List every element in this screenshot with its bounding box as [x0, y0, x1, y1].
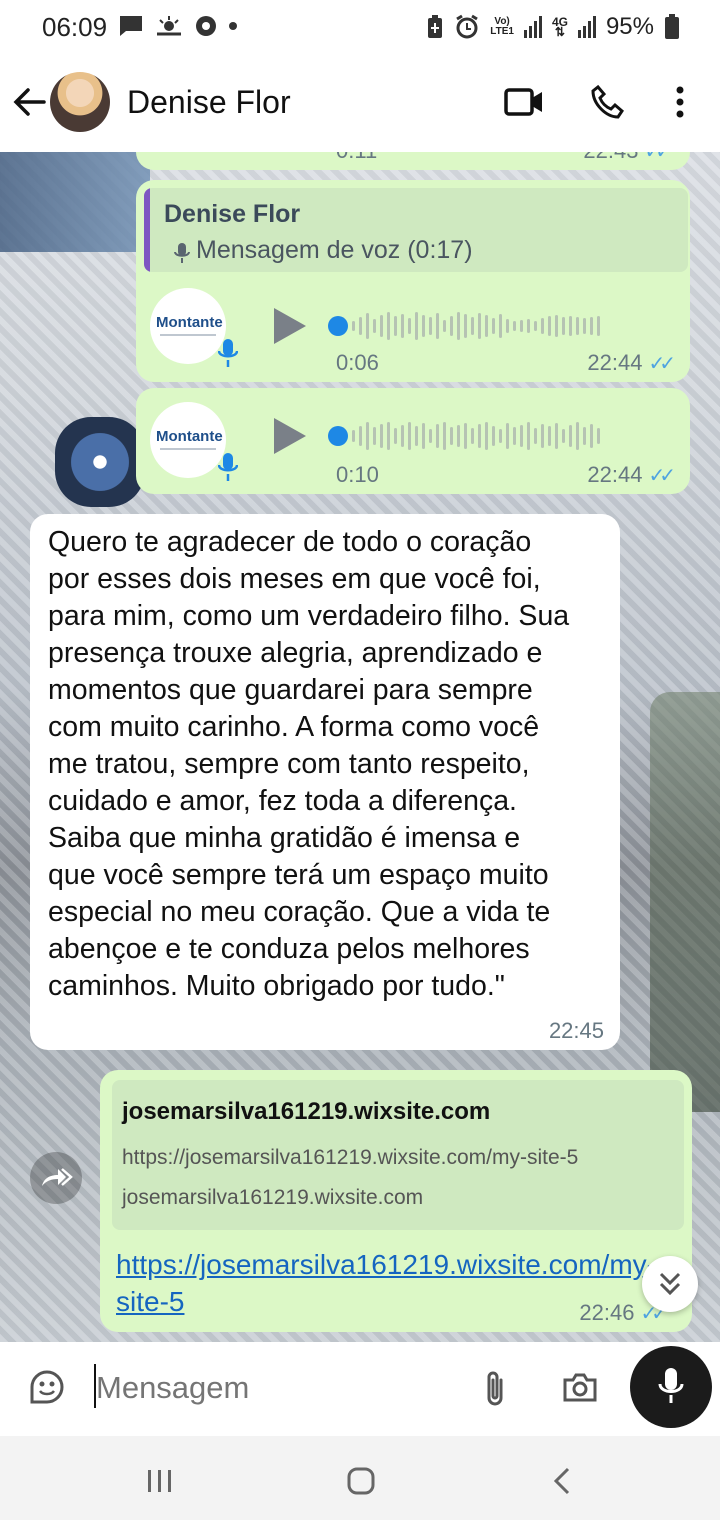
incoming-text-message[interactable]: Quero te agradecer de todo o coração por… [30, 514, 620, 1050]
quoted-text: Mensagem de voz (0:17) [196, 236, 473, 264]
contact-name[interactable]: Denise Flor [127, 84, 291, 121]
battery-percent: 95% [605, 13, 654, 40]
wallpaper-plant [650, 692, 720, 1112]
recent-apps-icon[interactable] [146, 1468, 174, 1494]
wallpaper-decoration [0, 152, 150, 252]
forward-button[interactable] [30, 1152, 82, 1204]
battery-icon [665, 14, 679, 39]
volte-icon: Vo) LTE1 [490, 17, 514, 37]
wallpaper-flowers [55, 417, 145, 507]
signal-icon [523, 16, 542, 38]
playback-position[interactable] [328, 426, 348, 446]
attach-icon[interactable] [482, 1368, 508, 1408]
mic-icon [218, 453, 238, 481]
waveform[interactable] [352, 311, 600, 341]
link-message[interactable]: josemarsilva161219.wixsite.com https://j… [100, 1070, 692, 1332]
waveform[interactable] [352, 421, 600, 451]
forward-icon [42, 1168, 73, 1186]
lte-label: LTE1 [490, 26, 514, 37]
mic-icon [218, 339, 238, 367]
status-bar: 06:09 Vo) LTE1 4G ⇅ 95% [0, 0, 720, 56]
link-preview-url: https://josemarsilva161219.wixsite.com/m… [122, 1146, 579, 1169]
signal-icon [577, 16, 596, 38]
link-preview[interactable]: josemarsilva161219.wixsite.com https://j… [112, 1080, 684, 1230]
link-preview-domain: josemarsilva161219.wixsite.com [122, 1186, 424, 1209]
link-preview-title: josemarsilva161219.wixsite.com [122, 1098, 491, 1125]
read-ticks-icon: ✓✓ [648, 352, 675, 375]
battery-saver-icon [428, 15, 443, 38]
voice-duration: 0:10 [336, 462, 379, 487]
message-link[interactable]: https://josemarsilva161219.wixsite.com/m… [116, 1246, 656, 1320]
back-nav-icon[interactable] [552, 1466, 572, 1496]
message-time: 22:45 [548, 1018, 604, 1043]
dot-icon [229, 22, 237, 30]
double-chevron-down-icon [659, 1272, 681, 1296]
voice-duration: 0:06 [336, 350, 379, 375]
sticker-icon[interactable] [28, 1368, 66, 1406]
system-navigation-bar [0, 1436, 720, 1520]
4g-icon: 4G ⇅ [551, 15, 568, 39]
voice-message-partial[interactable]: 0:11 22:43 ✓✓ [136, 152, 690, 170]
video-call-icon[interactable] [504, 84, 544, 120]
quoted-sender: Denise Flor [164, 200, 301, 228]
chat-area[interactable]: 0:11 22:43 ✓✓ Denise Flor Mensagem de vo… [0, 152, 720, 1342]
quoted-message[interactable]: Denise Flor Mensagem de voz (0:17) [144, 188, 688, 272]
camera-icon[interactable] [562, 1370, 598, 1404]
voice-reply-message[interactable]: Denise Flor Mensagem de voz (0:17) Monta… [136, 180, 690, 382]
status-time: 06:09 [42, 12, 108, 42]
chat-header: Denise Flor [0, 56, 720, 152]
play-button[interactable] [274, 308, 306, 344]
voice-duration: 0:11 [336, 152, 377, 164]
microphone-icon [658, 1368, 684, 1403]
home-icon[interactable] [346, 1466, 376, 1496]
play-button[interactable] [274, 418, 306, 454]
back-arrow-icon[interactable] [12, 84, 48, 120]
weather-icon [157, 16, 181, 36]
sender-logo: Montante [150, 288, 226, 364]
record-voice-button[interactable] [630, 1346, 712, 1428]
playback-position[interactable] [328, 316, 348, 336]
read-ticks-icon: ✓✓ [648, 464, 675, 487]
message-icon [120, 16, 142, 36]
voice-message[interactable]: Montante 0:10 22:44 ✓✓ [136, 388, 690, 494]
message-text: Quero te agradecer de todo o coração por… [48, 526, 570, 1002]
scroll-to-bottom-button[interactable] [642, 1256, 698, 1312]
alarm-icon [456, 14, 478, 39]
message-input-container [10, 1346, 620, 1428]
phone-icon[interactable] [590, 84, 626, 120]
message-time: 22:43 [583, 152, 638, 164]
avatar[interactable] [50, 72, 110, 132]
message-input[interactable] [94, 1360, 458, 1416]
more-icon[interactable] [670, 84, 690, 120]
message-time: 22:44 [587, 350, 643, 375]
message-time: 22:46 [579, 1300, 635, 1325]
read-ticks-icon: ✓✓ [644, 152, 671, 164]
message-composer [0, 1342, 720, 1436]
mic-icon [174, 243, 190, 263]
sender-logo: Montante [150, 402, 226, 478]
soccer-icon [196, 16, 216, 36]
message-time: 22:44 [587, 462, 643, 487]
